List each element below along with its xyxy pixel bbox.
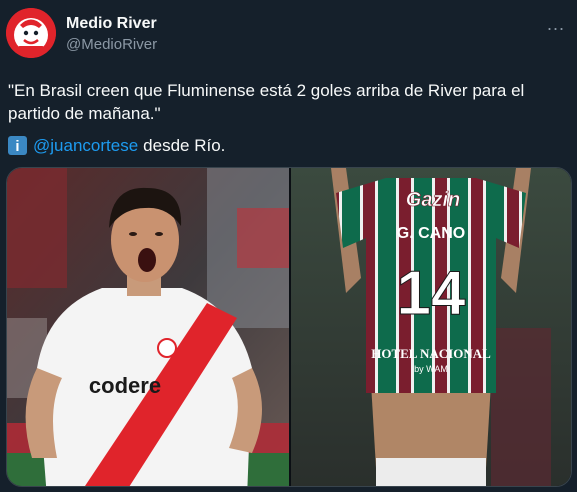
right-jersey-bottom-sponsor: HOTEL NACIONAL	[371, 346, 491, 361]
more-options-icon[interactable]: ...	[547, 14, 565, 35]
right-jersey-name: G. CANO	[397, 225, 465, 242]
right-jersey-sponsor: Gazin	[406, 189, 460, 211]
fluminense-shirt-photo: Gazin G. CANO 14 HOTEL NACIONAL by WAM	[291, 168, 571, 486]
medio-river-logo-icon	[6, 8, 56, 58]
tweet-credit-line: i @juancortese desde Río.	[8, 134, 225, 157]
left-jersey-sponsor: codere	[89, 373, 161, 398]
tweet-media[interactable]: codere Gazin G. CANO 14 HOTEL NACIONAL b…	[6, 167, 572, 487]
info-icon-glyph: i	[15, 138, 19, 155]
avatar[interactable]	[6, 8, 56, 58]
author-name[interactable]: Medio River	[66, 15, 157, 33]
location-text: desde Río.	[143, 136, 226, 155]
media-image-left[interactable]: codere	[7, 168, 289, 486]
right-jersey-number: 14	[397, 259, 466, 328]
media-image-right[interactable]: Gazin G. CANO 14 HOTEL NACIONAL by WAM	[291, 168, 571, 486]
author-handle[interactable]: @MedioRiver	[66, 36, 157, 53]
info-icon: i	[8, 136, 27, 155]
tweet-text: "En Brasil creen que Fluminense está 2 g…	[8, 81, 525, 123]
mention-link[interactable]: @juancortese	[33, 134, 138, 157]
right-jersey-bottom-sub: by WAM	[414, 364, 448, 374]
river-player-photo: codere	[7, 168, 289, 486]
